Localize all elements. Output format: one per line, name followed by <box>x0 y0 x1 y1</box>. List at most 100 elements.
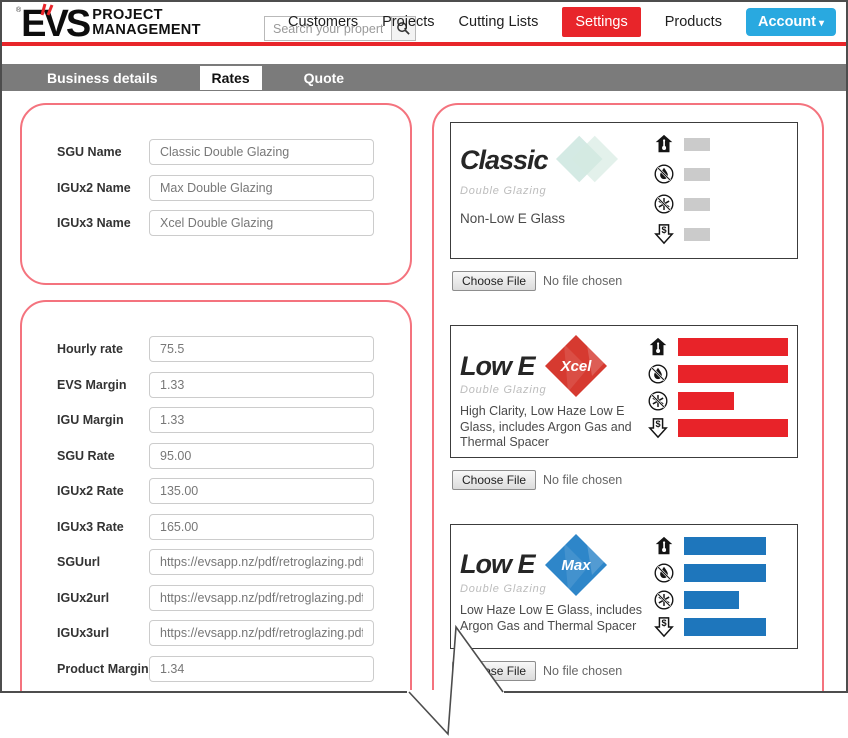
evs-logo[interactable]: ® EVS PROJECT MANAGEMENT <box>16 5 201 43</box>
nav-products[interactable]: Products <box>665 14 722 30</box>
svg-text:$: $ <box>661 618 666 628</box>
rates-panel: Hourly rate EVS Margin IGU Margin SGU Ra… <box>20 300 412 693</box>
nav-settings[interactable]: Settings <box>562 7 640 37</box>
nav-projects[interactable]: Projects <box>382 14 434 30</box>
svg-text:$: $ <box>655 419 660 429</box>
products-panel: Classic Double Glazing Non-Low E Glass <box>432 103 824 693</box>
chevron-down-icon: ▾ <box>819 18 824 29</box>
sgu-url-input[interactable] <box>149 549 374 575</box>
nav-customers[interactable]: Customers <box>288 14 358 30</box>
house-thermometer-icon <box>652 534 676 558</box>
rating-bar <box>678 392 734 410</box>
igux2-rate-input[interactable] <box>149 478 374 504</box>
house-thermometer-icon <box>652 132 676 156</box>
igux3-rate-input[interactable] <box>149 514 374 540</box>
snowflake-slash-icon <box>652 588 676 612</box>
field-row: SGU Rate <box>57 443 374 469</box>
xcel-badge-icon: Xcel <box>543 334 609 398</box>
brand-name: Low E <box>460 353 535 380</box>
file-status: No file chosen <box>543 274 622 288</box>
rating-bar <box>684 198 710 211</box>
rating-chart: $ <box>652 131 788 252</box>
droplet-slash-icon <box>652 162 676 186</box>
rating-chart: $ <box>646 334 788 451</box>
igux3-url-label: IGUx3url <box>57 626 149 640</box>
hourly-rate-input[interactable] <box>149 336 374 362</box>
rating-bar <box>678 419 788 437</box>
house-thermometer-icon <box>646 335 670 359</box>
igux3-name-label: IGUx3 Name <box>57 216 149 230</box>
dollar-down-arrow-icon: $ <box>652 222 676 246</box>
hourly-rate-label: Hourly rate <box>57 342 149 356</box>
product-card-classic: Classic Double Glazing Non-Low E Glass <box>450 122 798 259</box>
rating-chart: $ <box>652 533 788 642</box>
logo-red-check-icon <box>39 3 57 17</box>
file-upload-classic: Choose File No file chosen <box>452 271 822 291</box>
header-accent-line <box>2 42 846 46</box>
rating-bar <box>684 591 739 609</box>
igux2-rate-label: IGUx2 Rate <box>57 484 149 498</box>
field-row: Product Margin <box>57 656 374 682</box>
choose-file-button[interactable]: Choose File <box>452 271 536 291</box>
main-nav: Customers Projects Cutting Lists Setting… <box>288 2 836 42</box>
sgu-rate-label: SGU Rate <box>57 449 149 463</box>
field-row: EVS Margin <box>57 372 374 398</box>
file-upload-lowe-xcel: Choose File No file chosen <box>452 470 822 490</box>
igux2-name-input[interactable] <box>149 175 374 201</box>
brand-name: Classic <box>460 147 548 174</box>
dollar-down-arrow-icon: $ <box>646 416 670 440</box>
field-row: IGUx3 Name <box>57 210 374 236</box>
choose-file-button[interactable]: Choose File <box>452 470 536 490</box>
dollar-down-arrow-icon: $ <box>652 615 676 639</box>
field-row: IGUx2 Name <box>57 175 374 201</box>
rating-bar <box>678 338 788 356</box>
file-status: No file chosen <box>543 664 622 678</box>
product-margin-label: Product Margin <box>57 662 149 676</box>
product-card-lowe-xcel: Low E Xcel Double Glazing High Clarity, … <box>450 325 798 458</box>
tab-business-details[interactable]: Business details <box>35 66 170 90</box>
field-row: SGUurl <box>57 549 374 575</box>
rating-bar <box>684 618 766 636</box>
sgu-name-input[interactable] <box>149 139 374 165</box>
nav-cutting-lists[interactable]: Cutting Lists <box>459 14 539 30</box>
product-names-panel: SGU Name IGUx2 Name IGUx3 Name <box>20 103 412 285</box>
svg-text:Xcel: Xcel <box>559 358 592 375</box>
svg-text:Max: Max <box>561 557 591 574</box>
igux2-url-input[interactable] <box>149 585 374 611</box>
glass-diamond-icon <box>556 131 618 189</box>
evs-margin-label: EVS Margin <box>57 378 149 392</box>
field-row: SGU Name <box>57 139 374 165</box>
product-description: High Clarity, Low Haze Low E Glass, incl… <box>460 404 646 451</box>
igux3-name-input[interactable] <box>149 210 374 236</box>
page: ® EVS PROJECT MANAGEMENT <box>0 0 848 738</box>
field-row: IGU Margin <box>57 407 374 433</box>
rating-bar <box>684 537 766 555</box>
account-menu-button[interactable]: Account▾ <box>746 8 836 36</box>
sgu-name-label: SGU Name <box>57 145 149 159</box>
logo-subtitle: PROJECT MANAGEMENT <box>92 8 201 38</box>
tab-rates[interactable]: Rates <box>200 66 262 90</box>
brand-name: Low E <box>460 551 535 578</box>
product-margin-input[interactable] <box>149 656 374 682</box>
field-row: IGUx2url <box>57 585 374 611</box>
product-info: Low E Xcel Double Glazing High Clarity, … <box>460 334 646 451</box>
tab-quote[interactable]: Quote <box>292 66 356 90</box>
igux3-url-input[interactable] <box>149 620 374 646</box>
igu-margin-input[interactable] <box>149 407 374 433</box>
snowflake-slash-icon <box>646 389 670 413</box>
svg-text:$: $ <box>661 225 666 235</box>
sgu-url-label: SGUurl <box>57 555 149 569</box>
sgu-rate-input[interactable] <box>149 443 374 469</box>
evs-margin-input[interactable] <box>149 372 374 398</box>
product-info: Classic Double Glazing Non-Low E Glass <box>460 131 652 252</box>
header: ® EVS PROJECT MANAGEMENT <box>2 2 846 46</box>
field-row: Hourly rate <box>57 336 374 362</box>
droplet-slash-icon <box>646 362 670 386</box>
rating-bar <box>684 138 710 151</box>
snowflake-slash-icon <box>652 192 676 216</box>
tab-bar: Business details Rates Quote <box>2 64 846 91</box>
rating-bar <box>684 168 710 181</box>
rating-bar <box>678 365 788 383</box>
product-description: Non-Low E Glass <box>460 211 652 228</box>
speech-bubble-tail <box>404 623 510 738</box>
